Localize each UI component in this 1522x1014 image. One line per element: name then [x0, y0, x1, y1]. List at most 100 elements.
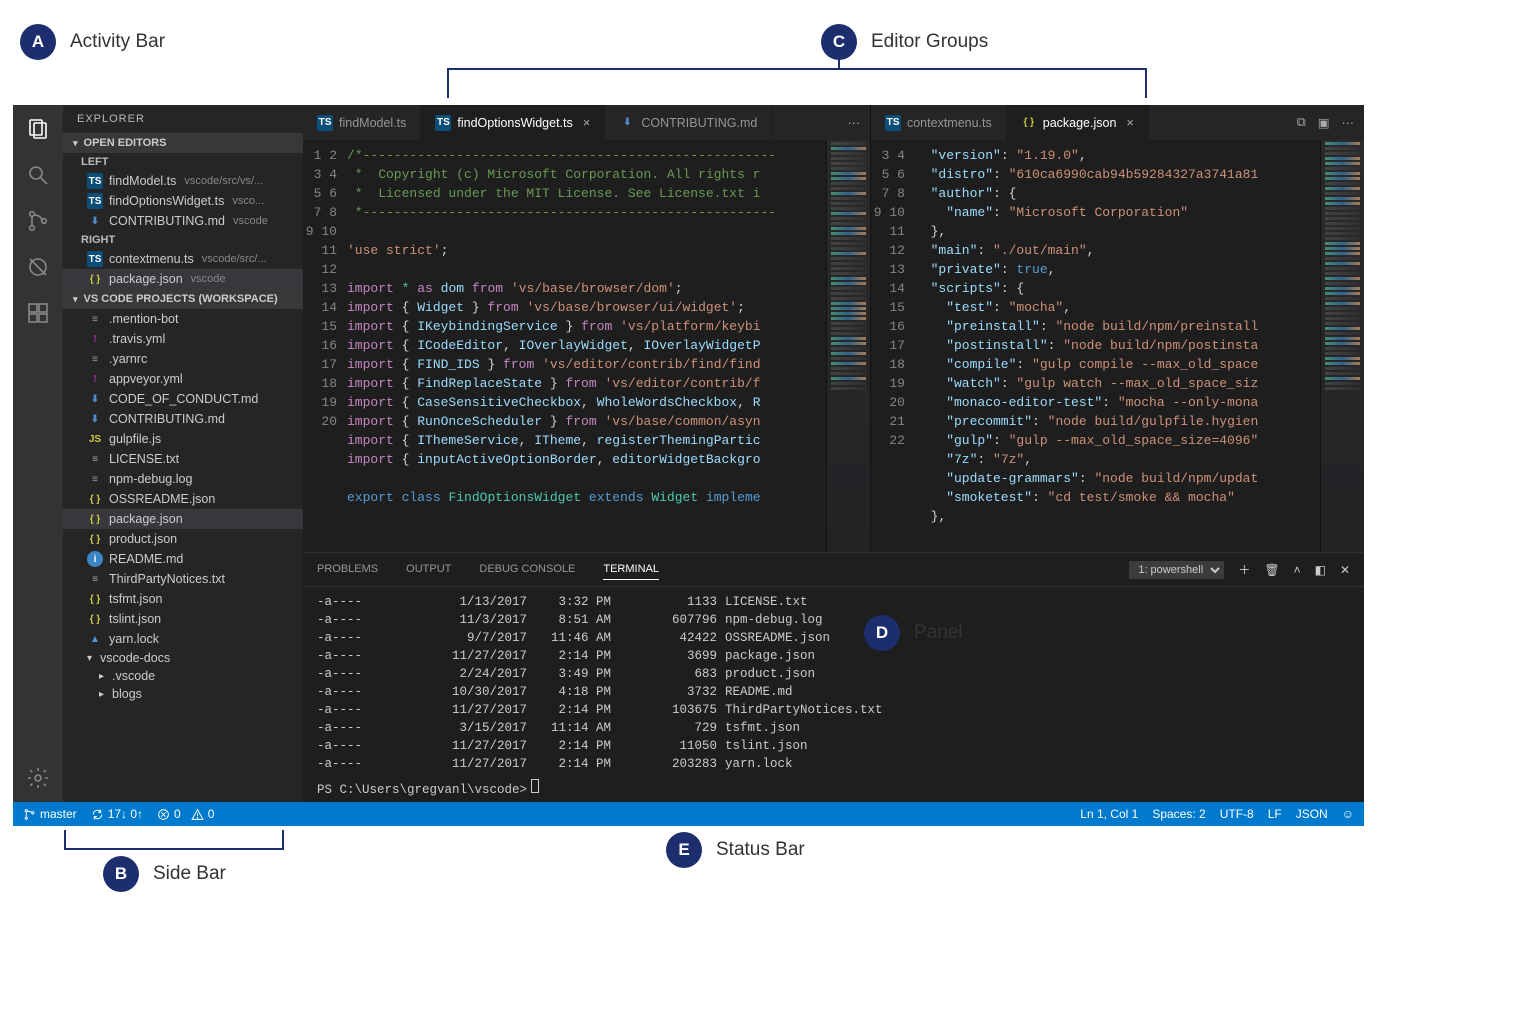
file-row[interactable]: ≡.yarnrc [63, 349, 303, 369]
terminal-row: -a----11/27/20172:14 PM11050tslint.json [317, 737, 1350, 755]
panel-tab[interactable]: DEBUG CONSOLE [479, 559, 575, 580]
editor-group-right: TScontextmenu.ts{ }package.json× ⧉ ▣ ···… [870, 105, 1364, 552]
terminal-row: -a----11/3/20178:51 AM607796npm-debug.lo… [317, 611, 1350, 629]
activity-extensions-icon[interactable] [24, 299, 52, 327]
code-right[interactable]: "version": "1.19.0", "distro": "610ca699… [915, 140, 1320, 552]
activity-debug-icon[interactable] [24, 253, 52, 281]
md-icon: ⬇ [87, 213, 103, 229]
file-row[interactable]: JSgulpfile.js [63, 429, 303, 449]
info-icon: i [87, 551, 103, 567]
activity-explorer-icon[interactable] [24, 115, 52, 143]
file-row[interactable]: !.travis.yml [63, 329, 303, 349]
folder-row[interactable]: ▸blogs [63, 685, 303, 703]
status-errors[interactable]: 0 0 [157, 807, 214, 821]
editor-tab[interactable]: TSfindOptionsWidget.ts× [421, 105, 605, 140]
file-row[interactable]: !appveyor.yml [63, 369, 303, 389]
code-left[interactable]: /*--------------------------------------… [347, 140, 826, 552]
json-icon: { } [87, 491, 103, 507]
close-icon[interactable]: × [583, 115, 591, 130]
editor-tab[interactable]: ⬇CONTRIBUTING.md [605, 105, 772, 140]
minimap-left[interactable] [826, 140, 870, 552]
editor-tab[interactable]: TScontextmenu.ts [871, 105, 1007, 140]
terminal-row: -a----1/13/20173:32 PM1133LICENSE.txt [317, 593, 1350, 611]
editor-tab[interactable]: TSfindModel.ts [303, 105, 421, 140]
file-row[interactable]: TSfindOptionsWidget.tsvsco... [63, 191, 303, 211]
minimap-right[interactable] [1320, 140, 1364, 552]
close-icon[interactable]: × [1126, 115, 1134, 130]
section-open-editors[interactable]: ▾OPEN EDITORS [63, 133, 303, 153]
side-bar: EXPLORER ▾OPEN EDITORS LEFT TSfindModel.… [63, 105, 303, 802]
file-row[interactable]: { }tsfmt.json [63, 589, 303, 609]
file-row[interactable]: { }tslint.json [63, 609, 303, 629]
js-icon: JS [87, 431, 103, 447]
open-editors-right-label: RIGHT [63, 231, 303, 249]
tab-overflow-icon[interactable]: ··· [847, 116, 860, 130]
json-icon: { } [87, 531, 103, 547]
file-row[interactable]: ▲yarn.lock [63, 629, 303, 649]
status-encoding[interactable]: UTF-8 [1220, 807, 1254, 821]
txt-icon: ≡ [87, 571, 103, 587]
md-icon: ⬇ [87, 411, 103, 427]
panel-kill-terminal-icon[interactable]: 🗑 [1264, 563, 1279, 577]
activity-search-icon[interactable] [24, 161, 52, 189]
md-icon: ⬇ [87, 391, 103, 407]
file-row[interactable]: ⬇CONTRIBUTING.mdvscode [63, 211, 303, 231]
terminal-row: -a----11/27/20172:14 PM103675ThirdPartyN… [317, 701, 1350, 719]
terminal[interactable]: -a----1/13/20173:32 PM1133LICENSE.txt-a-… [303, 587, 1364, 802]
json-icon: { } [1021, 115, 1037, 131]
json-icon: { } [87, 271, 103, 287]
terminal-row: -a----3/15/201711:14 AM729tsfmt.json [317, 719, 1350, 737]
activity-settings-icon[interactable] [24, 764, 52, 792]
status-branch[interactable]: master [23, 807, 77, 821]
panel-tab[interactable]: PROBLEMS [317, 559, 378, 580]
json-icon: { } [87, 611, 103, 627]
compare-changes-icon[interactable]: ⧉ [1297, 115, 1306, 130]
callout-e: EStatus Bar [666, 832, 805, 868]
file-row[interactable]: { }product.json [63, 529, 303, 549]
file-row[interactable]: { }package.json [63, 509, 303, 529]
status-sync[interactable]: 17↓ 0↑ [91, 807, 143, 821]
callout-a: AActivity Bar [20, 24, 165, 60]
status-spaces[interactable]: Spaces: 2 [1152, 807, 1205, 821]
file-row[interactable]: { }package.jsonvscode [63, 269, 303, 289]
callout-d: DPanel [864, 615, 963, 651]
panel-maximize-icon[interactable]: ˄ [1294, 563, 1301, 577]
ts-icon: TS [87, 173, 103, 189]
status-lncol[interactable]: Ln 1, Col 1 [1080, 807, 1138, 821]
terminal-selector[interactable]: 1: powershell [1129, 561, 1224, 579]
gutter-left: 1 2 3 4 5 6 7 8 9 10 11 12 13 14 15 16 1… [303, 140, 347, 552]
yml-icon: ! [87, 331, 103, 347]
section-workspace[interactable]: ▾VS CODE PROJECTS (WORKSPACE) [63, 289, 303, 309]
file-row[interactable]: TScontextmenu.tsvscode/src/... [63, 249, 303, 269]
file-row[interactable]: { }OSSREADME.json [63, 489, 303, 509]
terminal-row: -a----11/27/20172:14 PM203283yarn.lock [317, 755, 1350, 773]
tabbar-left: TSfindModel.tsTSfindOptionsWidget.ts×⬇CO… [303, 105, 870, 140]
panel-close-icon[interactable]: ✕ [1340, 563, 1350, 577]
status-language[interactable]: JSON [1296, 807, 1328, 821]
activity-scm-icon[interactable] [24, 207, 52, 235]
file-row[interactable]: ⬇CODE_OF_CONDUCT.md [63, 389, 303, 409]
file-row[interactable]: ⬇CONTRIBUTING.md [63, 409, 303, 429]
editor-tab[interactable]: { }package.json× [1007, 105, 1149, 140]
panel-tab[interactable]: OUTPUT [406, 559, 451, 580]
panel-toggle-icon[interactable]: ◧ [1315, 563, 1326, 577]
file-row[interactable]: ≡.mention-bot [63, 309, 303, 329]
file-row[interactable]: ≡ThirdPartyNotices.txt [63, 569, 303, 589]
split-editor-icon[interactable]: ▣ [1318, 115, 1330, 130]
panel-tab[interactable]: TERMINAL [603, 559, 659, 580]
md-icon: ⬇ [619, 115, 635, 131]
status-feedback-icon[interactable]: ☺ [1342, 807, 1354, 821]
terminal-row: -a----11/27/20172:14 PM3699package.json [317, 647, 1350, 665]
status-eol[interactable]: LF [1268, 807, 1282, 821]
file-row[interactable]: ≡LICENSE.txt [63, 449, 303, 469]
ts-icon: TS [317, 115, 333, 131]
file-row[interactable]: iREADME.md [63, 549, 303, 569]
tabbar-right: TScontextmenu.ts{ }package.json× ⧉ ▣ ··· [871, 105, 1364, 140]
tab-overflow-icon[interactable]: ··· [1342, 116, 1355, 130]
folder-row[interactable]: ▾vscode-docs [63, 649, 303, 667]
panel-new-terminal-icon[interactable]: ＋ [1238, 561, 1250, 578]
folder-row[interactable]: ▸.vscode [63, 667, 303, 685]
open-editors-left-label: LEFT [63, 153, 303, 171]
file-row[interactable]: ≡npm-debug.log [63, 469, 303, 489]
file-row[interactable]: TSfindModel.tsvscode/src/vs/... [63, 171, 303, 191]
